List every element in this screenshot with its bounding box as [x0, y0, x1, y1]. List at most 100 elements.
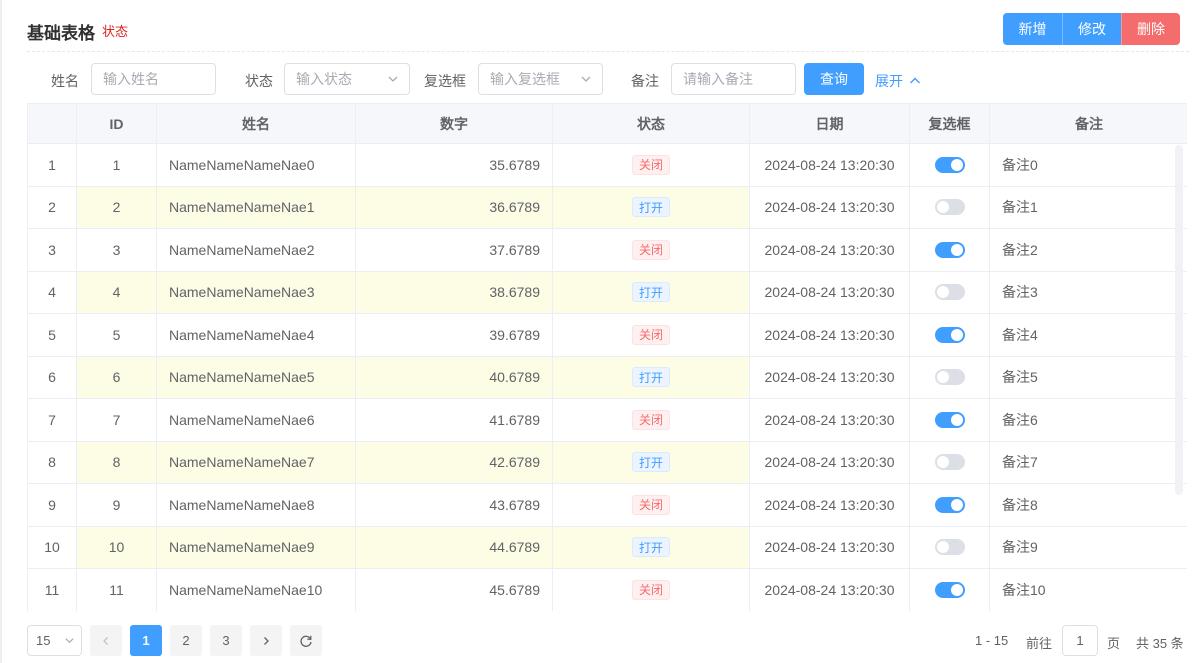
row-id: 4: [77, 271, 157, 313]
prev-page-button[interactable]: [90, 625, 122, 656]
page-header: 基础表格 状态 新增 修改 删除: [27, 0, 1189, 52]
row-toggle-switch[interactable]: [934, 326, 965, 343]
column-header-name[interactable]: 姓名: [157, 104, 356, 143]
status-tag: 打开: [631, 197, 670, 218]
name-filter-label: 姓名: [51, 73, 79, 89]
edit-button[interactable]: 修改: [1062, 13, 1121, 45]
table-row[interactable]: 3 3 NameNameNameNae2 37.6789 关闭 2024-08-24 13…: [28, 229, 1187, 272]
chevron-down-icon: [65, 638, 74, 644]
checkbox-filter-select[interactable]: 输入复选框: [478, 63, 603, 95]
name-filter-placeholder: 输入姓名: [103, 71, 159, 87]
row-checkbox-cell: [910, 441, 990, 483]
switch-knob: [950, 583, 963, 596]
row-status-cell: 关闭: [553, 314, 750, 356]
table-row[interactable]: 11 11 NameNameNameNae10 45.6789 关闭 2024-08-24…: [28, 569, 1187, 611]
column-header-note[interactable]: 备注: [990, 104, 1187, 143]
switch-knob: [936, 201, 949, 214]
table-row[interactable]: 8 8 NameNameNameNae7 42.6789 打开 2024-08-24 13…: [28, 441, 1187, 484]
status-tag: 关闭: [631, 409, 670, 430]
column-header-id[interactable]: ID: [77, 104, 157, 143]
row-toggle-switch[interactable]: [934, 241, 965, 258]
row-note: 备注10: [1002, 581, 1046, 598]
column-header-status[interactable]: 状态: [553, 104, 750, 143]
table-row[interactable]: 6 6 NameNameNameNae5 40.6789 打开 2024-08-24 13…: [28, 356, 1187, 399]
name-filter-input[interactable]: 输入姓名: [91, 63, 216, 95]
table-row[interactable]: 5 5 NameNameNameNae4 39.6789 关闭 2024-08-24 13…: [28, 314, 1187, 357]
table-row[interactable]: 2 2 NameNameNameNae1 36.6789 打开 2024-08-24 13…: [28, 186, 1187, 229]
table-row[interactable]: 10 10 NameNameNameNae9 44.6789 打开 2024-08-24 …: [28, 526, 1187, 569]
row-date: 2024-08-24 13:20:30: [750, 229, 910, 271]
row-id: 10: [77, 526, 157, 568]
page-button-3[interactable]: 3: [210, 625, 242, 656]
row-id: 5: [77, 314, 157, 356]
row-toggle-switch[interactable]: [934, 581, 965, 598]
page-title: 基础表格: [27, 24, 95, 43]
row-name: NameNameNameNae0: [157, 144, 356, 186]
row-note: 备注7: [1002, 454, 1038, 471]
status-filter-select[interactable]: 输入状态: [284, 63, 410, 95]
row-index: 8: [28, 441, 77, 483]
row-status-cell: 打开: [553, 271, 750, 313]
row-name: NameNameNameNae2: [157, 229, 356, 271]
column-header-date[interactable]: 日期: [750, 104, 910, 143]
row-note: 备注0: [1002, 156, 1038, 173]
query-button[interactable]: 查询: [804, 63, 864, 95]
row-index: 9: [28, 484, 77, 526]
row-toggle-switch[interactable]: [934, 496, 965, 513]
switch-knob: [936, 456, 949, 469]
row-toggle-switch[interactable]: [934, 284, 965, 301]
page-subtitle: 状态: [102, 24, 129, 39]
row-date: 2024-08-24 13:20:30: [750, 314, 910, 356]
column-header-checkbox[interactable]: 复选框: [910, 104, 990, 143]
switch-knob: [936, 286, 949, 299]
row-number: 37.6789: [356, 229, 553, 271]
row-id: 7: [77, 399, 157, 441]
row-index: 5: [28, 314, 77, 356]
switch-knob: [936, 371, 949, 384]
row-name: NameNameNameNae4: [157, 314, 356, 356]
row-number: 36.6789: [356, 186, 553, 228]
row-note: 备注2: [1002, 241, 1038, 258]
row-checkbox-cell: [910, 144, 990, 186]
row-index: 3: [28, 229, 77, 271]
delete-button[interactable]: 删除: [1121, 13, 1180, 45]
row-toggle-switch[interactable]: [934, 369, 965, 386]
row-id: 9: [77, 484, 157, 526]
row-number: 41.6789: [356, 399, 553, 441]
row-id: 8: [77, 441, 157, 483]
chevron-left-icon: [103, 636, 108, 645]
add-button[interactable]: 新增: [1003, 13, 1062, 45]
chevron-right-icon: [264, 636, 269, 645]
left-edge-divider: [0, 0, 2, 663]
status-tag: 关闭: [631, 494, 670, 515]
note-filter-placeholder: 请输入备注: [683, 71, 753, 87]
row-index: 6: [28, 356, 77, 398]
refresh-icon: [300, 635, 312, 647]
table-row[interactable]: 4 4 NameNameNameNae3 38.6789 打开 2024-08-24 13…: [28, 271, 1187, 314]
row-note: 备注5: [1002, 369, 1038, 386]
table-scrollbar[interactable]: [1175, 145, 1183, 495]
row-toggle-switch[interactable]: [934, 539, 965, 556]
table-row[interactable]: 9 9 NameNameNameNae8 43.6789 关闭 2024-08-24 13…: [28, 484, 1187, 527]
page-range: 1 - 15: [975, 633, 1009, 648]
row-note: 备注6: [1002, 411, 1038, 428]
row-index: 7: [28, 399, 77, 441]
row-toggle-switch[interactable]: [934, 411, 965, 428]
refresh-button[interactable]: [290, 625, 322, 656]
page-button-1[interactable]: 1: [130, 625, 162, 656]
page-size-select[interactable]: 15: [27, 625, 82, 656]
row-toggle-switch[interactable]: [934, 199, 965, 216]
goto-page-input[interactable]: 1: [1062, 625, 1098, 656]
next-page-button[interactable]: [250, 625, 282, 656]
row-toggle-switch[interactable]: [934, 454, 965, 471]
row-date: 2024-08-24 13:20:30: [750, 569, 910, 611]
column-header-number[interactable]: 数字: [356, 104, 553, 143]
expand-toggle[interactable]: 展开: [875, 71, 921, 91]
table-row[interactable]: 7 7 NameNameNameNae6 41.6789 关闭 2024-08-24 13…: [28, 399, 1187, 442]
note-filter-input[interactable]: 请输入备注: [671, 63, 796, 95]
row-note: 备注9: [1002, 539, 1038, 556]
data-table: ID 姓名 数字 状态 日期 复选框 备注 1 1 NameNameNameNae0…: [27, 103, 1187, 611]
page-button-2[interactable]: 2: [170, 625, 202, 656]
row-toggle-switch[interactable]: [934, 156, 965, 173]
table-row[interactable]: 1 1 NameNameNameNae0 35.6789 关闭 2024-08-24 13…: [28, 144, 1187, 187]
